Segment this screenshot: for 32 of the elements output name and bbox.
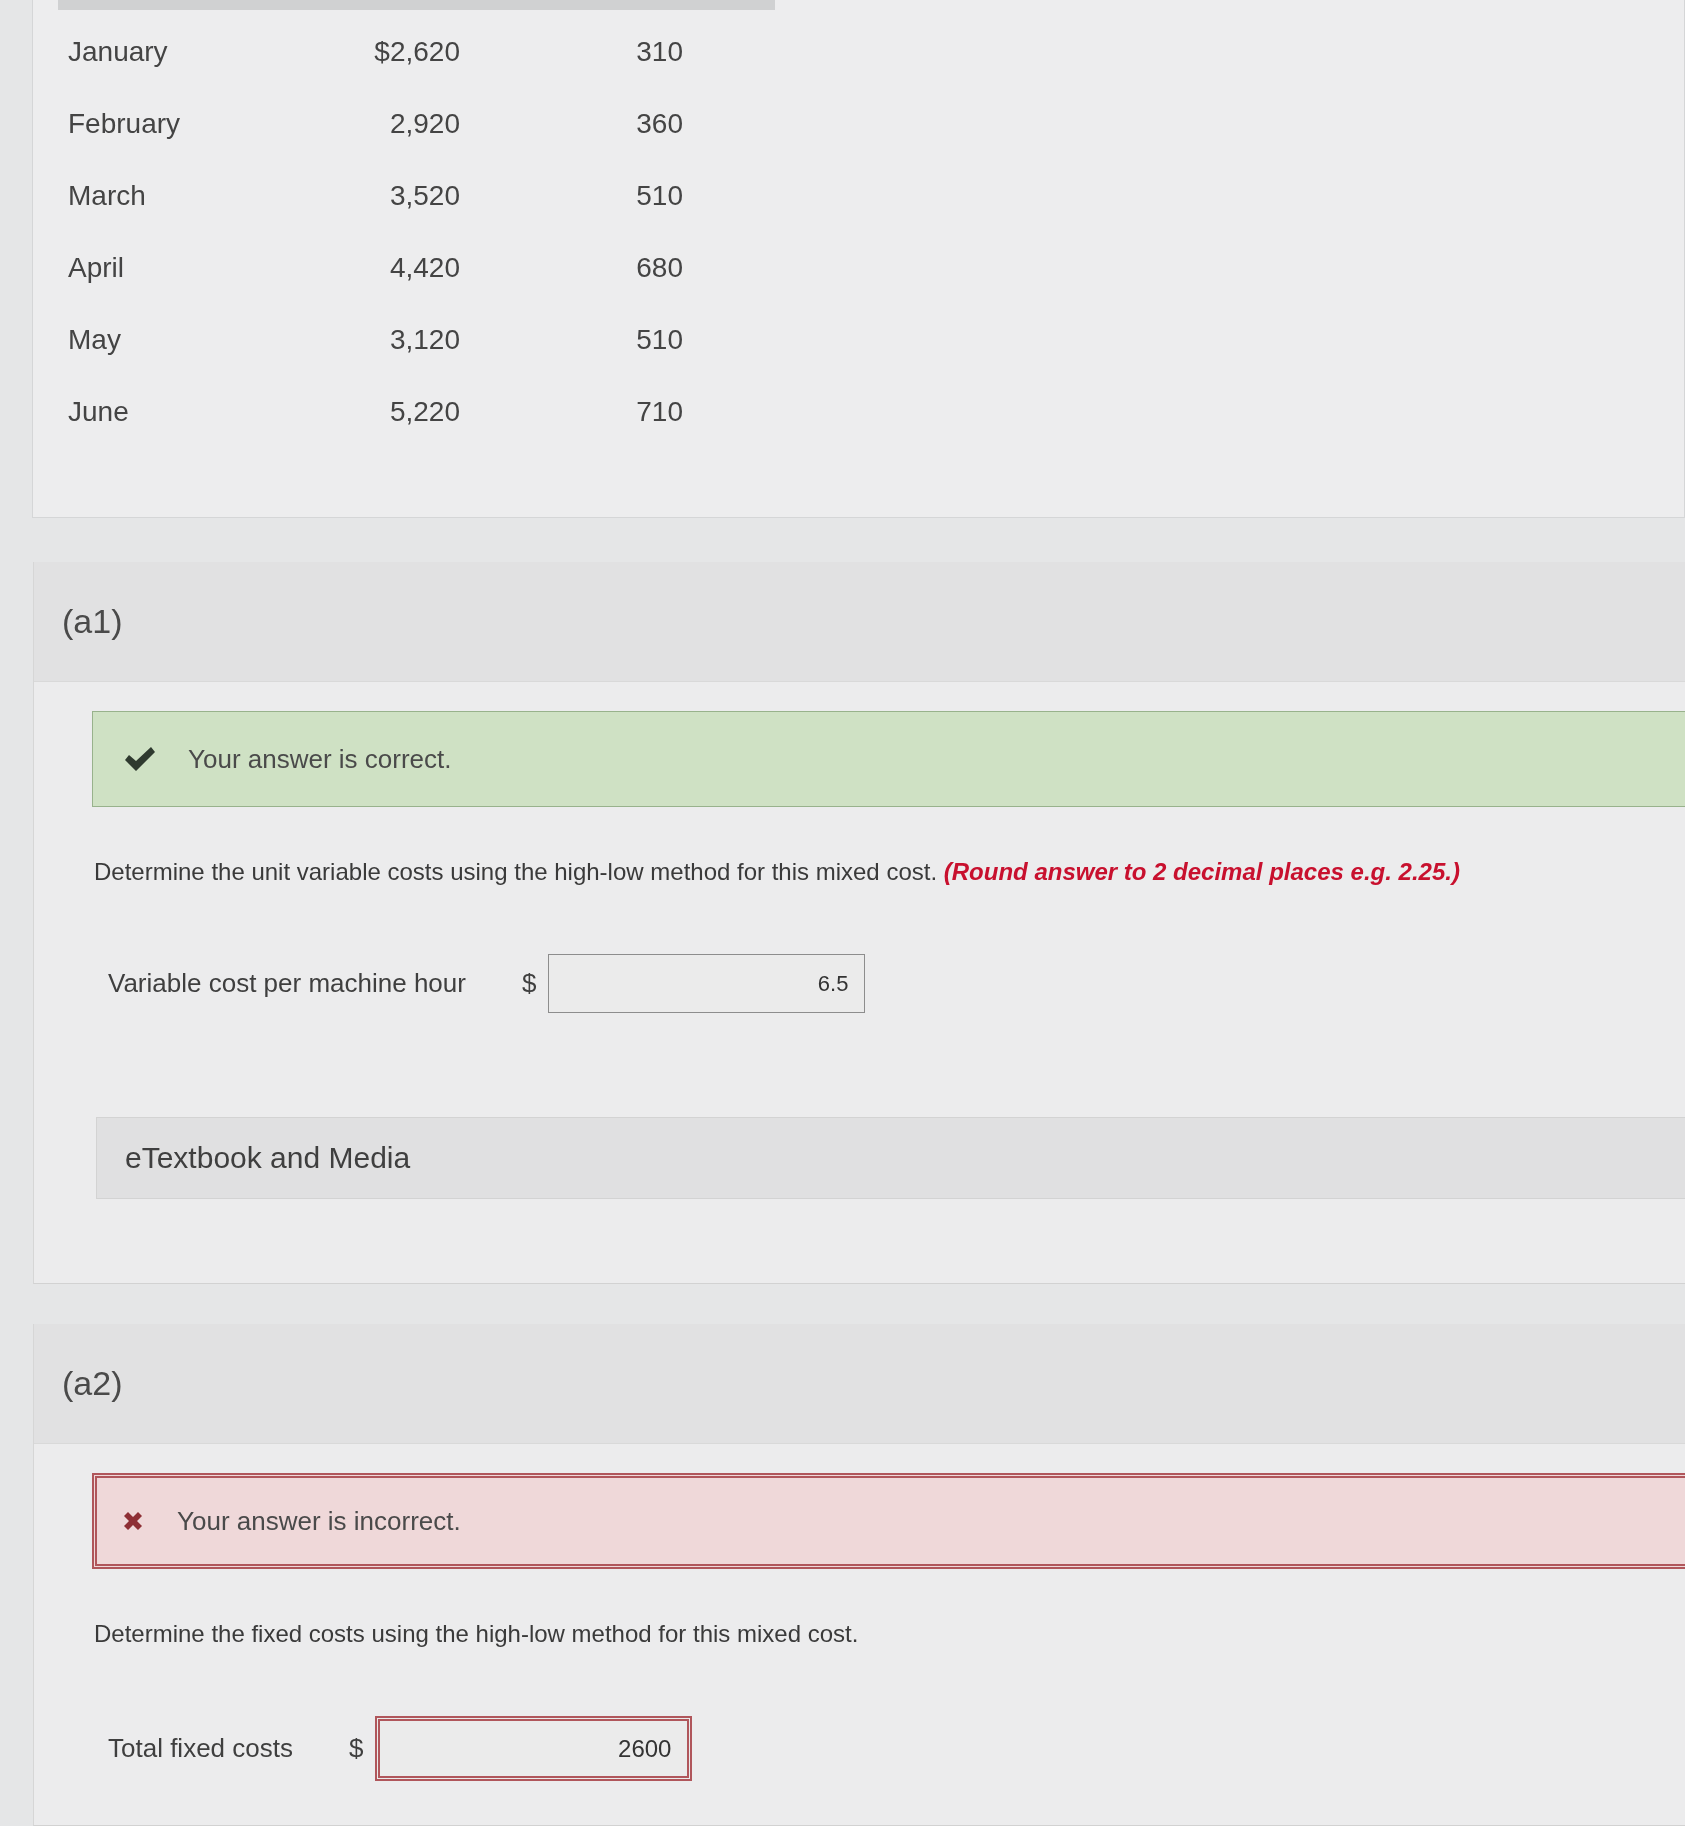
table-cell: April	[68, 252, 124, 284]
part-label: (a1)	[62, 602, 123, 641]
table-cell: 310	[636, 36, 683, 68]
table-cell: 3,120	[389, 324, 460, 356]
table-cell: 510	[636, 180, 683, 212]
table-cell: 680	[636, 252, 683, 284]
table-cell: 710	[636, 396, 683, 428]
table-cell: 360	[636, 108, 683, 140]
question-text: Determine the fixed costs using the high-low method for this mixed cost.	[94, 1619, 860, 1649]
etextbook-media-bar[interactable]: eTextbook and Media	[96, 1117, 1685, 1199]
table-cell: May	[68, 324, 121, 356]
table-cell: 2,920	[389, 108, 460, 140]
answer-field[interactable]: 2600	[375, 1716, 693, 1781]
table-cell: March	[68, 180, 146, 212]
table-cell: June	[68, 396, 129, 428]
currency-sign: $	[349, 1733, 364, 1764]
question-text: Determine the unit variable costs using the high-low method for this mixed cost. (Round answer to 2 decimal places e.g. 2.25.)	[94, 857, 1461, 887]
table-cell: $2,620	[374, 36, 460, 68]
answer-label: Total fixed costs	[108, 1733, 293, 1764]
currency-sign: $	[521, 968, 537, 999]
feedback-message: Your answer is incorrect.	[177, 1505, 461, 1537]
table-cell: 3,520	[389, 180, 460, 212]
feedback-message: Your answer is correct.	[188, 743, 452, 775]
table-cell: February	[68, 108, 181, 140]
table-cell: January	[68, 36, 168, 68]
check-icon	[124, 746, 156, 772]
table-cell: 4,420	[389, 252, 460, 284]
table-cell: 510	[636, 324, 683, 356]
answer-field[interactable]: 6.5	[548, 954, 866, 1013]
part-label: (a2)	[62, 1364, 123, 1403]
answer-label: Variable cost per machine hour	[108, 968, 466, 999]
table-cell: 5,220	[389, 396, 460, 428]
